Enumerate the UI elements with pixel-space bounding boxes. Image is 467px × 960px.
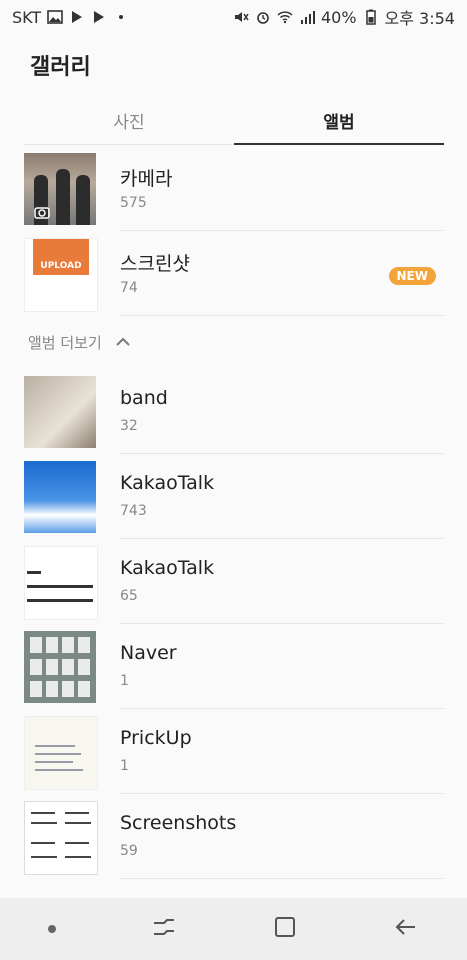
album-count: 32 [120, 418, 138, 434]
album-meta: PrickUp 1 [120, 709, 444, 794]
album-count: 65 [120, 588, 138, 604]
album-meta: Naver 1 [120, 624, 444, 709]
album-name: Screenshots [120, 812, 237, 834]
album-row-screenshots[interactable]: Screenshots 59 [24, 794, 444, 879]
album-meta: 스크린샷 74 NEW [120, 231, 444, 316]
navigation-bar [0, 898, 467, 960]
recent-apps-button[interactable] [151, 914, 177, 944]
album-row-prickup[interactable]: PrickUp 1 [24, 709, 444, 794]
upload-thumb-label: UPLOAD [33, 239, 89, 275]
album-thumbnail [24, 461, 96, 533]
section-label: 앨범 더보기 [28, 333, 102, 352]
album-count: 1 [120, 673, 129, 689]
album-name: band [120, 387, 168, 409]
tab-bar: 사진 앨범 [24, 96, 444, 145]
album-thumbnail [24, 546, 98, 620]
album-thumbnail [24, 716, 98, 790]
album-meta: 카메라 575 [120, 146, 444, 231]
album-count: 1 [120, 758, 129, 774]
album-thumbnail [24, 631, 96, 703]
album-thumbnail: UPLOAD [24, 238, 98, 312]
back-arrow-icon [395, 919, 416, 935]
battery-percent: 40% [320, 7, 357, 27]
navbar-dot-icon[interactable] [47, 925, 56, 933]
recent-apps-icon [153, 919, 174, 935]
camera-icon [34, 207, 50, 219]
album-name: Naver [120, 642, 177, 664]
album-meta: KakaoTalk 65 [120, 539, 444, 624]
more-albums-toggle[interactable]: 앨범 더보기 [28, 330, 132, 354]
tab-albums[interactable]: 앨범 [234, 96, 444, 145]
mute-icon [233, 9, 249, 25]
album-name: KakaoTalk [120, 472, 215, 494]
album-name: PrickUp [120, 727, 192, 749]
album-row-screenshots-ko[interactable]: UPLOAD 스크린샷 74 NEW [24, 231, 444, 316]
play-notification-icon-2 [91, 9, 107, 25]
chevron-up-icon [116, 337, 130, 346]
album-name: 스크린샷 [120, 253, 190, 275]
album-row-kakaotalk-2[interactable]: KakaoTalk 65 [24, 539, 444, 624]
album-row-naver[interactable]: Naver 1 [24, 624, 444, 709]
page-title: 갤러리 [30, 55, 91, 80]
album-meta: Screenshots 59 [120, 794, 444, 879]
album-row-band[interactable]: band 32 [24, 369, 444, 454]
album-thumbnail [24, 801, 98, 875]
home-button[interactable] [272, 914, 298, 944]
album-name: KakaoTalk [120, 557, 215, 579]
tab-photos[interactable]: 사진 [24, 96, 234, 144]
album-thumbnail [24, 376, 96, 448]
new-badge: NEW [388, 267, 436, 285]
carrier-label: SKT [12, 7, 42, 27]
image-notification-icon [47, 9, 63, 25]
back-button[interactable] [393, 914, 419, 944]
clock: 오후 3:54 [384, 9, 455, 28]
album-meta: band 32 [120, 369, 444, 454]
album-row-kakaotalk-1[interactable]: KakaoTalk 743 [24, 454, 444, 539]
alarm-icon [255, 9, 271, 25]
more-notifications-dot-icon [113, 9, 129, 25]
home-icon [275, 917, 296, 937]
status-bar: SKT 40% 오후 3:54 [0, 0, 467, 34]
album-count: 74 [120, 280, 138, 296]
album-row-camera[interactable]: 카메라 575 [24, 146, 444, 231]
album-count: 743 [120, 503, 147, 519]
album-meta: KakaoTalk 743 [120, 454, 444, 539]
album-count: 575 [120, 195, 147, 211]
album-name: 카메라 [120, 168, 173, 190]
app-bar: 갤러리 [0, 34, 467, 96]
wifi-icon [277, 9, 293, 25]
album-count: 59 [120, 843, 138, 859]
battery-icon [363, 9, 379, 25]
signal-icon [299, 9, 315, 25]
album-thumbnail [24, 153, 96, 225]
play-notification-icon [69, 9, 85, 25]
